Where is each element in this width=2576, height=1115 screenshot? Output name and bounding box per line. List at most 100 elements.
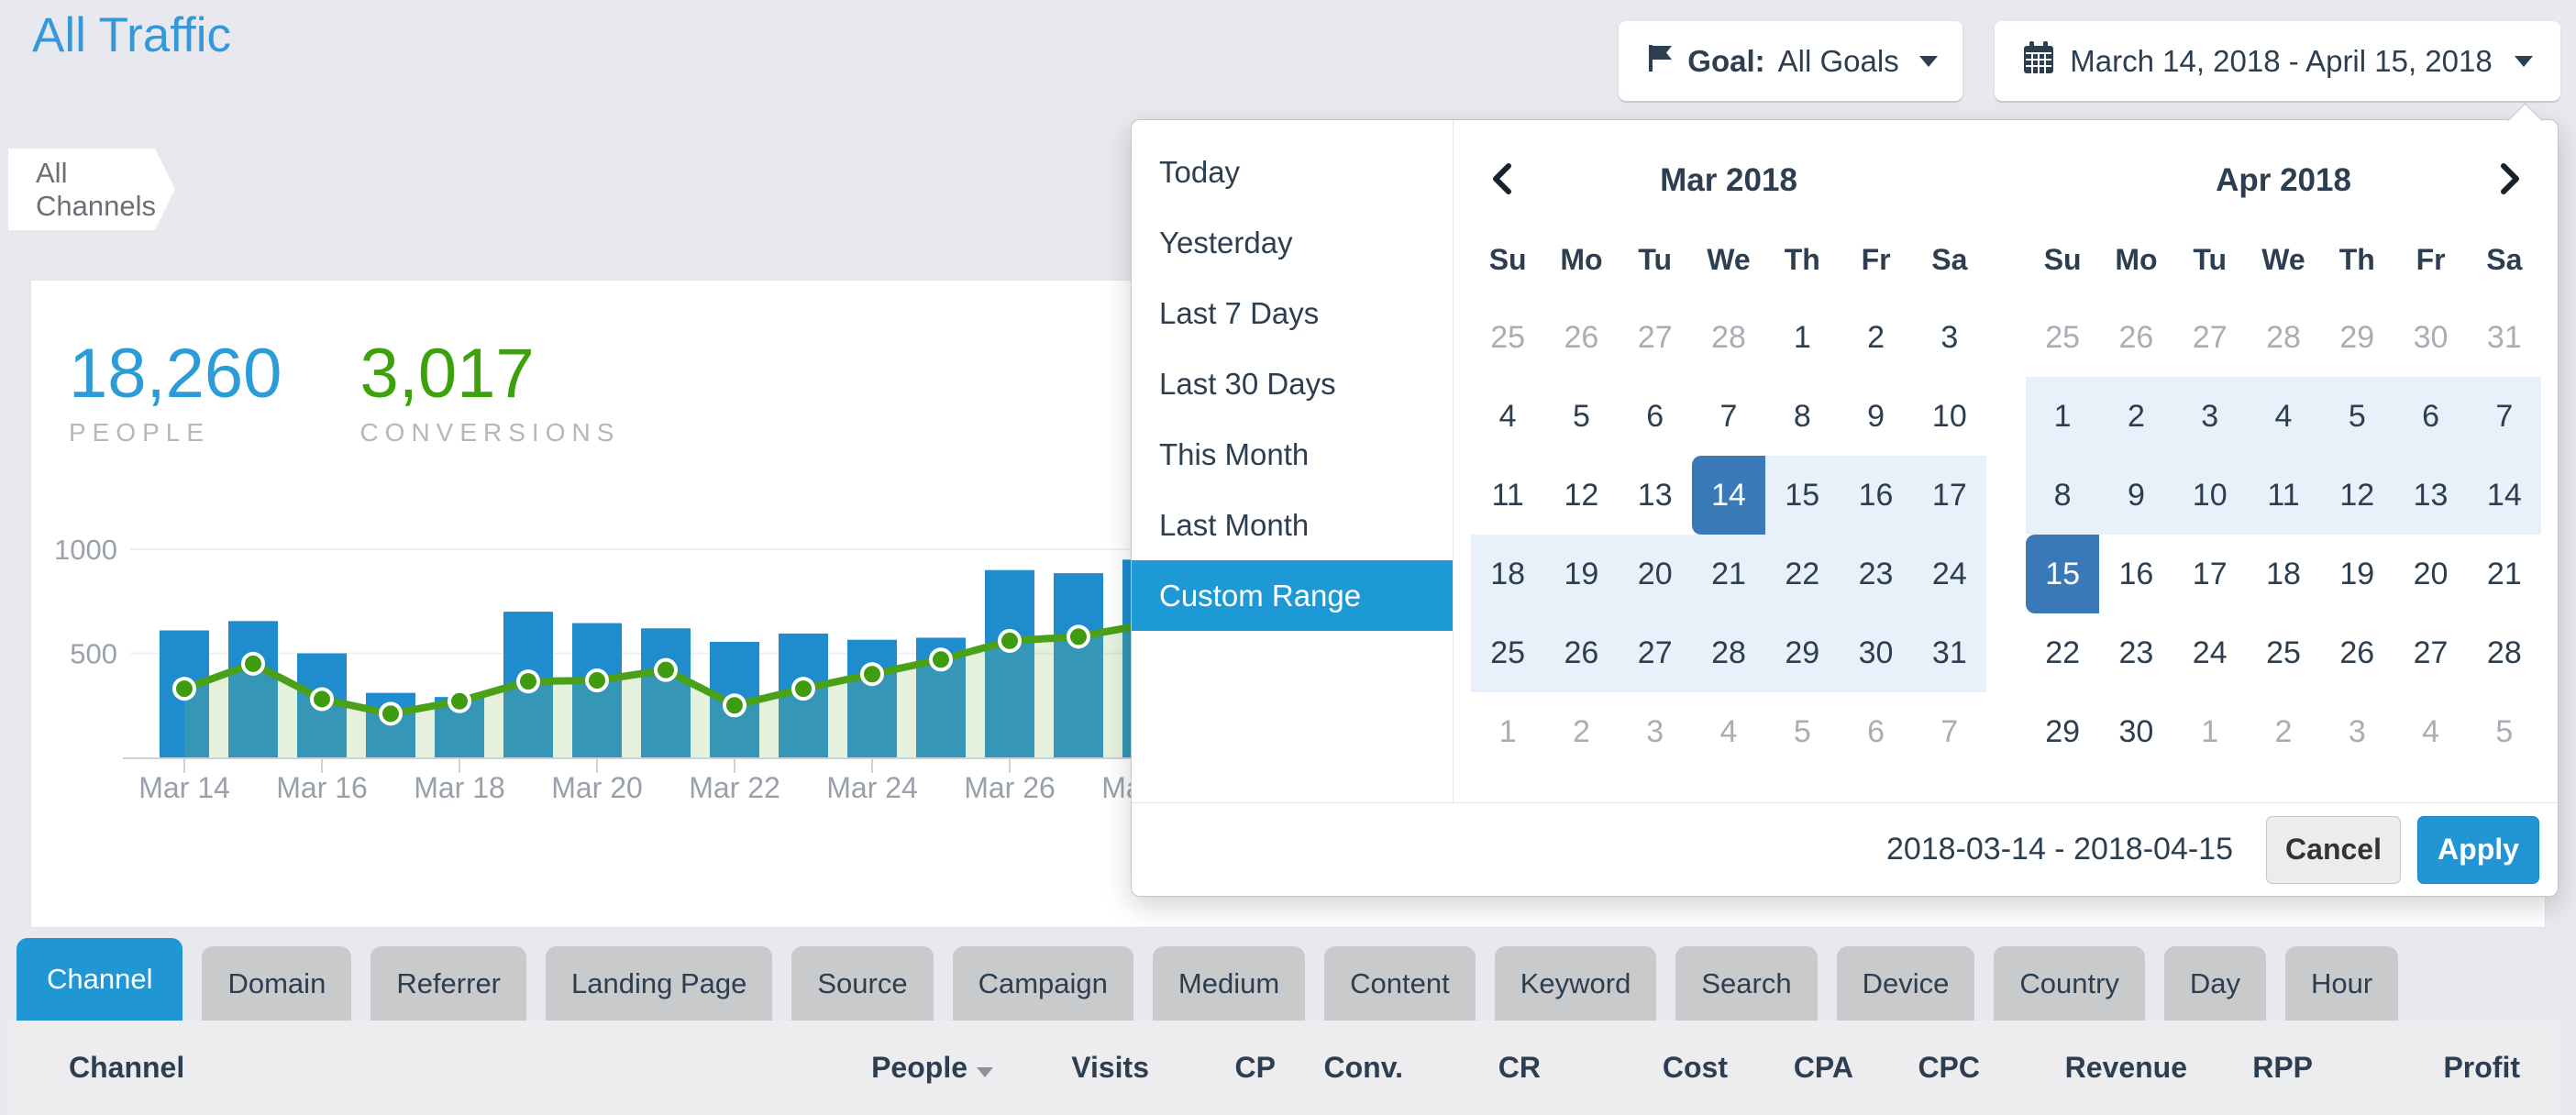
tab-day[interactable]: Day bbox=[2164, 946, 2266, 1021]
column-header-cr[interactable]: CR bbox=[1403, 1051, 1541, 1085]
calendar-day[interactable]: 16 bbox=[1839, 456, 1912, 535]
tab-referrer[interactable]: Referrer bbox=[370, 946, 526, 1021]
calendar-day[interactable]: 6 bbox=[2394, 377, 2467, 456]
calendar-day[interactable]: 22 bbox=[1765, 535, 1839, 613]
calendar-day[interactable]: 12 bbox=[1544, 456, 1618, 535]
tab-keyword[interactable]: Keyword bbox=[1495, 946, 1657, 1021]
calendar-day[interactable]: 24 bbox=[1913, 535, 1986, 613]
calendar-day[interactable]: 26 bbox=[1544, 613, 1618, 692]
preset-item-last-month[interactable]: Last Month bbox=[1132, 490, 1453, 560]
calendar-day[interactable]: 14 bbox=[1692, 456, 1765, 535]
calendar-day[interactable]: 7 bbox=[2468, 377, 2541, 456]
calendar-day[interactable]: 25 bbox=[1471, 613, 1544, 692]
calendar-day[interactable]: 5 bbox=[1544, 377, 1618, 456]
calendar-day[interactable]: 12 bbox=[2320, 456, 2394, 535]
tab-hour[interactable]: Hour bbox=[2285, 946, 2398, 1021]
column-header-revenue[interactable]: Revenue bbox=[1980, 1051, 2187, 1085]
calendar-day[interactable]: 31 bbox=[1913, 613, 1986, 692]
calendar-day[interactable]: 17 bbox=[1913, 456, 1986, 535]
calendar-day[interactable]: 18 bbox=[1471, 535, 1544, 613]
people-stat: 18,260 PEOPLE bbox=[69, 337, 282, 447]
calendar-day[interactable]: 1 bbox=[1765, 298, 1839, 377]
calendar-day[interactable]: 14 bbox=[2468, 456, 2541, 535]
column-header-people[interactable]: People bbox=[810, 1051, 993, 1085]
calendar-day[interactable]: 9 bbox=[1839, 377, 1912, 456]
calendar-day[interactable]: 1 bbox=[2026, 377, 2099, 456]
calendar-day[interactable]: 3 bbox=[2173, 377, 2247, 456]
calendar-day[interactable]: 7 bbox=[1692, 377, 1765, 456]
calendar-day[interactable]: 15 bbox=[2026, 535, 2099, 613]
calendar-day[interactable]: 23 bbox=[2099, 613, 2172, 692]
calendar-day[interactable]: 8 bbox=[2026, 456, 2099, 535]
calendar-day[interactable]: 25 bbox=[2247, 613, 2320, 692]
tab-campaign[interactable]: Campaign bbox=[953, 946, 1133, 1021]
tab-country[interactable]: Country bbox=[1994, 946, 2145, 1021]
calendar-day[interactable]: 4 bbox=[1471, 377, 1544, 456]
calendar-day[interactable]: 29 bbox=[1765, 613, 1839, 692]
tab-search[interactable]: Search bbox=[1675, 946, 1817, 1021]
calendar-day[interactable]: 23 bbox=[1839, 535, 1912, 613]
calendar-day[interactable]: 20 bbox=[2394, 535, 2467, 613]
apply-button[interactable]: Apply bbox=[2417, 816, 2539, 884]
preset-item-custom-range[interactable]: Custom Range bbox=[1132, 560, 1453, 631]
calendar-day[interactable]: 2 bbox=[2099, 377, 2172, 456]
column-header-visits[interactable]: Visits bbox=[993, 1051, 1149, 1085]
preset-item-today[interactable]: Today bbox=[1132, 137, 1453, 207]
calendar-day[interactable]: 10 bbox=[1913, 377, 1986, 456]
calendar-day[interactable]: 21 bbox=[2468, 535, 2541, 613]
calendar-day[interactable]: 19 bbox=[2320, 535, 2394, 613]
tab-medium[interactable]: Medium bbox=[1153, 946, 1305, 1021]
calendar-day[interactable]: 11 bbox=[2247, 456, 2320, 535]
column-header-channel[interactable]: Channel bbox=[69, 1051, 810, 1085]
preset-item-this-month[interactable]: This Month bbox=[1132, 419, 1453, 490]
calendar-day[interactable]: 28 bbox=[1692, 613, 1765, 692]
date-range-button[interactable]: March 14, 2018 - April 15, 2018 bbox=[1995, 21, 2560, 101]
calendar-day[interactable]: 11 bbox=[1471, 456, 1544, 535]
tab-channel[interactable]: Channel bbox=[17, 938, 182, 1021]
calendar-day[interactable]: 3 bbox=[1913, 298, 1986, 377]
x-axis-label: Mar 22 bbox=[689, 771, 780, 804]
calendar-day[interactable]: 29 bbox=[2026, 692, 2099, 771]
calendar-day[interactable]: 9 bbox=[2099, 456, 2172, 535]
calendar-day[interactable]: 17 bbox=[2173, 535, 2247, 613]
calendar-day[interactable]: 27 bbox=[1619, 613, 1692, 692]
calendar-day[interactable]: 21 bbox=[1692, 535, 1765, 613]
column-header-cpc[interactable]: CPC bbox=[1853, 1051, 1980, 1085]
tab-landing-page[interactable]: Landing Page bbox=[546, 946, 772, 1021]
column-header-rpp[interactable]: RPP bbox=[2187, 1051, 2313, 1085]
column-header-profit[interactable]: Profit bbox=[2313, 1051, 2520, 1085]
calendar-day[interactable]: 20 bbox=[1619, 535, 1692, 613]
calendar-day[interactable]: 2 bbox=[1839, 298, 1912, 377]
calendar-day[interactable]: 22 bbox=[2026, 613, 2099, 692]
calendar-day[interactable]: 24 bbox=[2173, 613, 2247, 692]
calendar-day[interactable]: 16 bbox=[2099, 535, 2172, 613]
column-header-conv-[interactable]: Conv. bbox=[1276, 1051, 1403, 1085]
column-header-cp[interactable]: CP bbox=[1149, 1051, 1276, 1085]
calendar-day[interactable]: 26 bbox=[2320, 613, 2394, 692]
calendar-day[interactable]: 5 bbox=[2320, 377, 2394, 456]
goal-filter-button[interactable]: Goal: All Goals bbox=[1619, 21, 1962, 101]
tab-source[interactable]: Source bbox=[791, 946, 933, 1021]
preset-item-last-30-days[interactable]: Last 30 Days bbox=[1132, 348, 1453, 419]
calendar-day[interactable]: 4 bbox=[2247, 377, 2320, 456]
calendar-day[interactable]: 8 bbox=[1765, 377, 1839, 456]
calendar-day[interactable]: 30 bbox=[2099, 692, 2172, 771]
calendar-day[interactable]: 30 bbox=[1839, 613, 1912, 692]
calendar-day[interactable]: 6 bbox=[1619, 377, 1692, 456]
calendar-day[interactable]: 13 bbox=[2394, 456, 2467, 535]
column-header-cpa[interactable]: CPA bbox=[1728, 1051, 1853, 1085]
calendar-day[interactable]: 13 bbox=[1619, 456, 1692, 535]
tab-domain[interactable]: Domain bbox=[202, 946, 351, 1021]
calendar-day[interactable]: 18 bbox=[2247, 535, 2320, 613]
preset-item-last-7-days[interactable]: Last 7 Days bbox=[1132, 278, 1453, 348]
tab-content[interactable]: Content bbox=[1324, 946, 1476, 1021]
calendar-day[interactable]: 28 bbox=[2468, 613, 2541, 692]
calendar-day[interactable]: 19 bbox=[1544, 535, 1618, 613]
tab-device[interactable]: Device bbox=[1837, 946, 1975, 1021]
calendar-day[interactable]: 15 bbox=[1765, 456, 1839, 535]
column-header-cost[interactable]: Cost bbox=[1541, 1051, 1728, 1085]
preset-item-yesterday[interactable]: Yesterday bbox=[1132, 207, 1453, 278]
calendar-day[interactable]: 27 bbox=[2394, 613, 2467, 692]
calendar-day[interactable]: 10 bbox=[2173, 456, 2247, 535]
cancel-button[interactable]: Cancel bbox=[2266, 816, 2401, 884]
